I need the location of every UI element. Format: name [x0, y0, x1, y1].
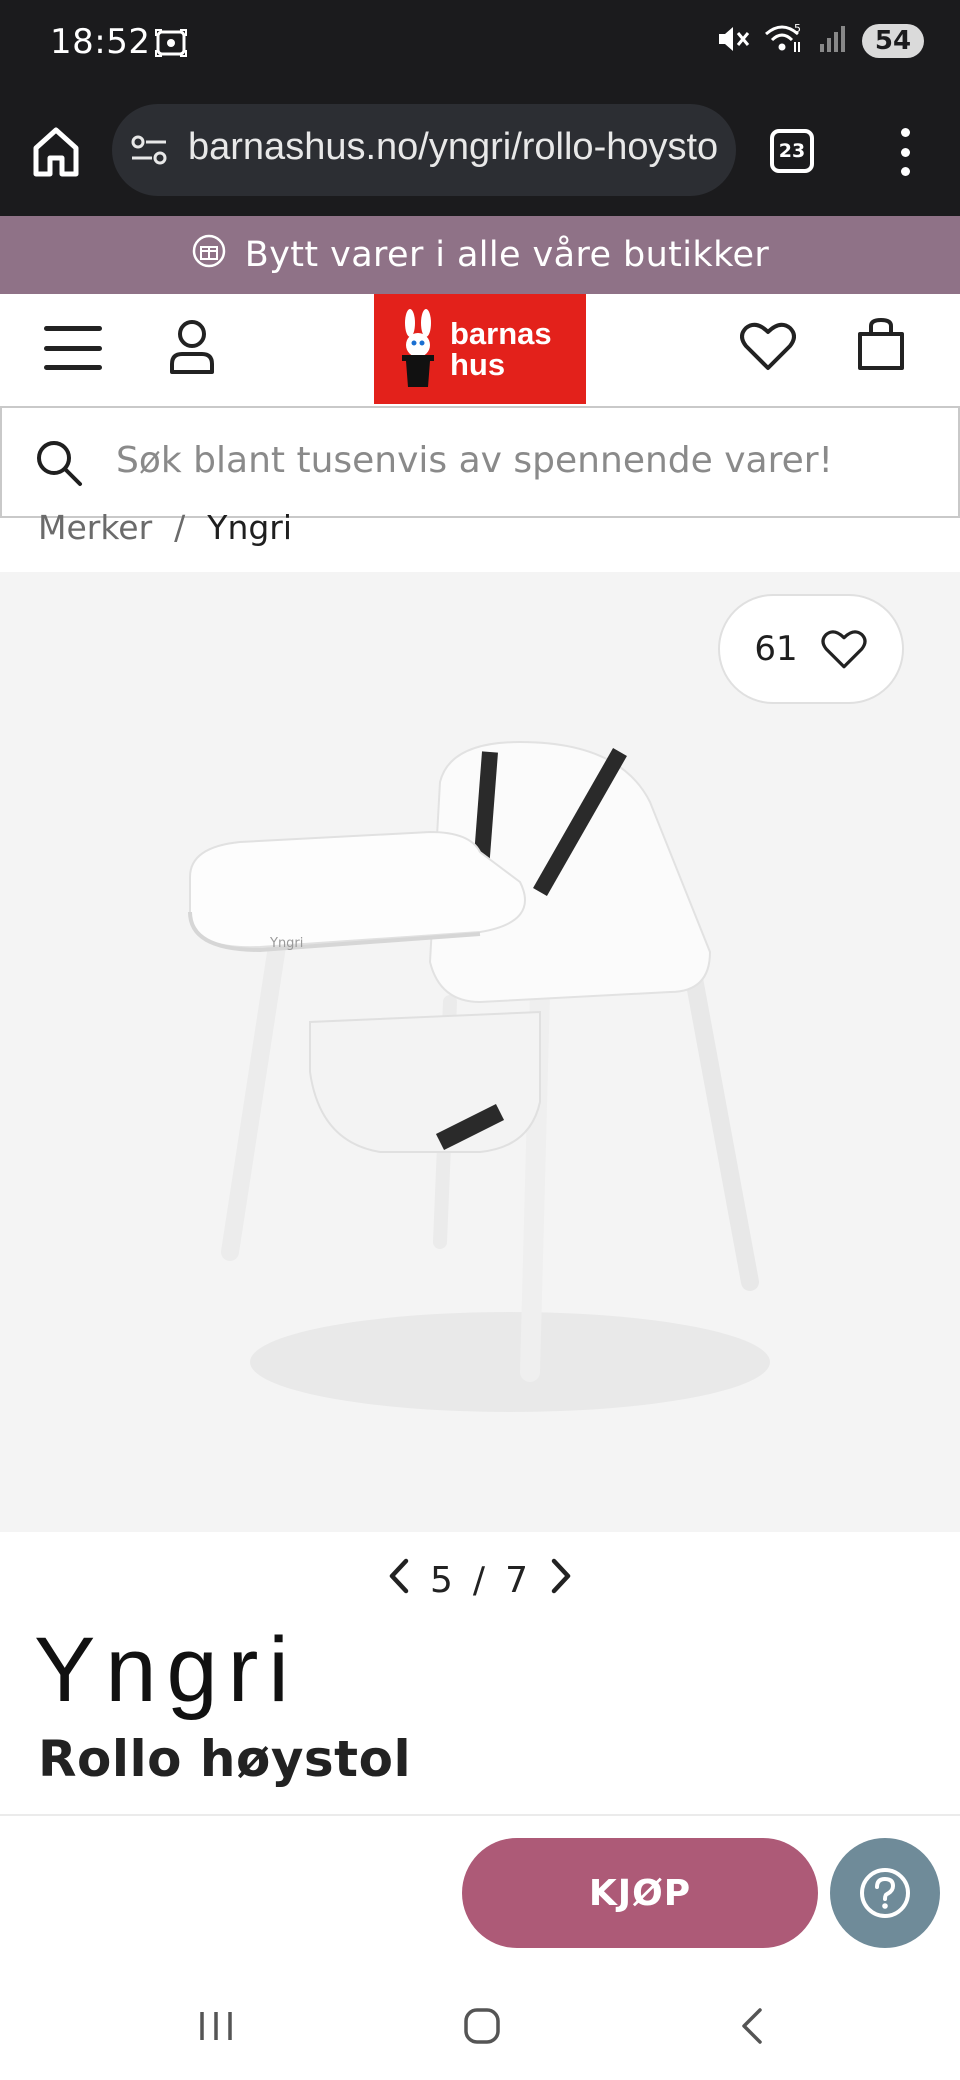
buy-button-label: KJØP [588, 1872, 692, 1914]
more-icon[interactable] [890, 124, 920, 180]
search-bar[interactable]: Søk blant tusenvis av spennende varer! [0, 406, 960, 518]
back-icon[interactable] [736, 2006, 766, 2050]
home-icon[interactable] [30, 124, 82, 180]
product-title: Rollo høystol [38, 1730, 412, 1788]
divider [0, 1814, 960, 1816]
search-input[interactable]: Søk blant tusenvis av spennende varer! [116, 440, 833, 481]
tab-count: 23 [778, 140, 806, 162]
product-gallery[interactable]: 61 Yngri [0, 572, 960, 1532]
breadcrumb-item-yngri[interactable]: Yngri [207, 508, 292, 547]
buy-button[interactable]: KJØP [462, 1838, 818, 1948]
pager-current: 5 [430, 1559, 455, 1601]
help-button[interactable] [830, 1838, 940, 1948]
logo-rabbit-icon [402, 309, 434, 387]
tabs-icon[interactable]: 23 [770, 129, 814, 173]
wifi-icon: 5 [764, 22, 804, 60]
logo-line2: hus [450, 347, 506, 382]
heart-icon[interactable] [740, 320, 796, 376]
system-nav-bar [0, 1978, 960, 2080]
site-header: barnas hus [0, 294, 960, 404]
status-time: 18:52 [50, 22, 151, 62]
favorite-count: 61 [754, 629, 798, 669]
signal-icon [818, 24, 848, 58]
breadcrumb: Merker / Yngri [38, 508, 292, 547]
mute-icon [716, 23, 750, 59]
chevron-left-icon[interactable] [386, 1557, 412, 1604]
logo-line1: barnas [450, 316, 552, 351]
chevron-right-icon[interactable] [548, 1557, 574, 1604]
site-logo[interactable]: barnas hus [374, 294, 586, 404]
screen-record-icon [154, 26, 188, 64]
tune-icon[interactable] [130, 134, 170, 170]
breadcrumb-separator: / [174, 508, 186, 547]
breadcrumb-item-merker[interactable]: Merker [38, 508, 152, 547]
address-bar[interactable]: barnashus.no/yngri/rollo-hoystol [112, 104, 736, 196]
recent-apps-icon[interactable] [196, 2006, 236, 2050]
url-text[interactable]: barnashus.no/yngri/rollo-hoystol [188, 126, 718, 169]
promo-banner[interactable]: Bytt varer i alle våre butikker [0, 216, 960, 294]
gallery-pager: 5 / 7 [0, 1552, 960, 1608]
bag-icon[interactable] [856, 316, 906, 376]
heart-icon [821, 630, 867, 669]
account-icon[interactable] [166, 318, 218, 380]
favorite-button[interactable]: 61 [718, 594, 904, 704]
svg-text:Yngri: Yngri [269, 936, 303, 951]
gift-icon [191, 233, 227, 278]
menu-icon[interactable] [44, 326, 102, 370]
svg-text:5: 5 [794, 22, 801, 35]
pager-total: 7 [505, 1559, 530, 1601]
pager-separator: / [472, 1559, 488, 1601]
promo-text: Bytt varer i alle våre butikker [244, 235, 770, 275]
brand-logo[interactable]: Yngri [34, 1618, 299, 1723]
system-home-icon[interactable] [462, 2006, 502, 2050]
help-icon [860, 1868, 910, 1918]
browser-toolbar: barnashus.no/yngri/rollo-hoystol 23 [0, 88, 960, 216]
status-bar: 18:52 5 54 [0, 0, 960, 88]
product-image-high-chair: Yngri [188, 740, 770, 1412]
search-icon[interactable] [34, 438, 84, 492]
battery-indicator: 54 [862, 24, 924, 58]
brand-name: Yngri [34, 1619, 299, 1721]
